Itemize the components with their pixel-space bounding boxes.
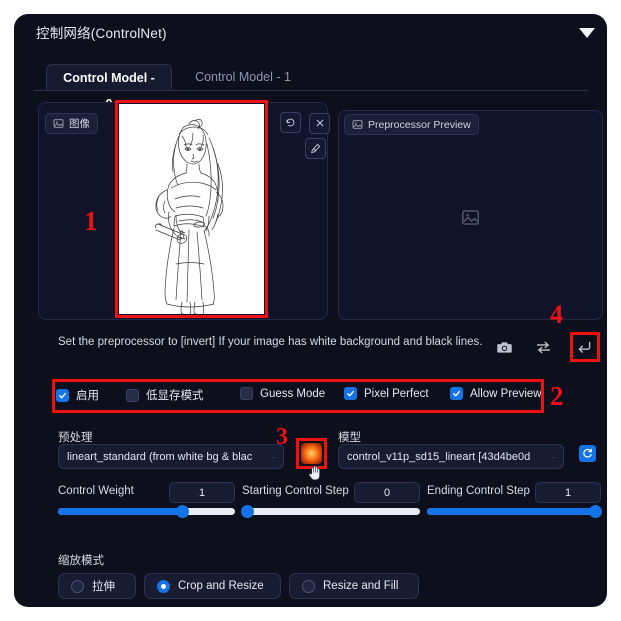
checkbox-box bbox=[126, 388, 139, 402]
panel-header: 控制网络(ControlNet) bbox=[14, 14, 607, 48]
control-weight-value[interactable]: 1 bbox=[169, 482, 235, 503]
annotation-marker-2: 2 bbox=[550, 381, 564, 411]
model-label: 模型 bbox=[338, 432, 361, 444]
refresh-models-button[interactable] bbox=[579, 445, 596, 462]
radio-stretch[interactable]: 拉伸 bbox=[58, 573, 136, 599]
chevron-down-icon[interactable] bbox=[579, 28, 595, 38]
ending-control-step-value[interactable]: 1 bbox=[535, 482, 601, 503]
checkbox-label: 启用 bbox=[76, 390, 99, 402]
checkbox-label: Guess Mode bbox=[260, 387, 326, 400]
radio-dot bbox=[157, 579, 170, 593]
checkbox-box bbox=[56, 388, 69, 402]
annotation-marker-3: 3 bbox=[276, 424, 288, 450]
slider-knob[interactable] bbox=[241, 505, 254, 518]
swap-arrows-icon[interactable] bbox=[535, 339, 552, 356]
resize-mode-label: 缩放模式 bbox=[58, 555, 104, 567]
hand-cursor-icon bbox=[308, 465, 320, 481]
checkbox-allow-preview[interactable]: Allow Preview bbox=[450, 387, 542, 400]
page-title: 控制网络(ControlNet) bbox=[36, 26, 167, 41]
return-arrow-icon[interactable] bbox=[576, 339, 593, 356]
slider-fill bbox=[58, 508, 182, 515]
tab-bar: Control Model - 0 Control Model - 1 bbox=[34, 64, 589, 111]
checkbox-low-vram[interactable]: 低显存模式 bbox=[126, 387, 204, 403]
checkbox-enable[interactable]: 启用 bbox=[56, 387, 99, 403]
ending-control-step-slider[interactable] bbox=[427, 505, 602, 518]
undo-icon[interactable] bbox=[280, 112, 301, 133]
image-placeholder-icon bbox=[462, 210, 479, 225]
slider-knob[interactable] bbox=[175, 505, 189, 518]
checkbox-label: 低显存模式 bbox=[146, 390, 204, 402]
radio-label: 拉伸 bbox=[92, 581, 115, 593]
model-select[interactable]: control_v11p_sd15_lineart [43d4be0d · bbox=[338, 444, 564, 469]
tab-control-model-0[interactable]: Control Model - 0 bbox=[46, 64, 172, 111]
radio-dot bbox=[71, 579, 84, 593]
preprocessor-chip: Preprocessor Preview bbox=[344, 114, 479, 135]
slider-fill bbox=[427, 508, 601, 515]
image-icon bbox=[352, 120, 363, 129]
tab-control-model-1[interactable]: Control Model - 1 bbox=[180, 64, 306, 90]
options-checkbox-row: 启用 低显存模式 Guess Mode Pixel Perfect Allow … bbox=[56, 383, 542, 409]
radio-dot bbox=[302, 579, 315, 593]
starting-control-step-label: Starting Control Step bbox=[242, 485, 349, 497]
preprocessor-label: 预处理 bbox=[58, 432, 93, 444]
slider-knob[interactable] bbox=[589, 505, 602, 518]
preprocessor-value: lineart_standard (from white bg & blac bbox=[67, 450, 253, 463]
radio-label: Resize and Fill bbox=[323, 580, 399, 592]
lineart-character-artwork bbox=[154, 118, 224, 317]
checkbox-box bbox=[450, 387, 463, 400]
image-chip-label: 图像 bbox=[69, 118, 90, 130]
checkbox-box bbox=[344, 387, 357, 400]
starting-control-step-value[interactable]: 0 bbox=[354, 482, 420, 503]
chevron-down-icon: · bbox=[552, 451, 555, 462]
image-tools bbox=[280, 112, 334, 159]
checkbox-label: Pixel Perfect bbox=[364, 387, 429, 400]
image-chip: 图像 bbox=[45, 113, 98, 134]
control-weight-slider[interactable] bbox=[58, 505, 235, 518]
camera-icon[interactable] bbox=[496, 339, 513, 356]
starting-control-step-slider[interactable] bbox=[241, 505, 420, 518]
preprocessor-hint-text: Set the preprocessor to [invert] If your… bbox=[58, 336, 483, 348]
close-icon[interactable] bbox=[309, 112, 331, 134]
annotation-marker-1: 1 bbox=[84, 206, 98, 236]
annotation-marker-4: 4 bbox=[550, 300, 563, 329]
ending-control-step-label: Ending Control Step bbox=[427, 485, 530, 497]
chevron-down-icon: · bbox=[272, 451, 275, 462]
preprocessor-chip-label: Preprocessor Preview bbox=[368, 118, 471, 131]
run-preprocessor-button[interactable] bbox=[301, 443, 322, 464]
radio-label: Crop and Resize bbox=[178, 580, 264, 592]
checkbox-pixel-perfect[interactable]: Pixel Perfect bbox=[344, 387, 429, 400]
checkbox-box bbox=[240, 387, 253, 400]
radio-crop-and-resize[interactable]: Crop and Resize bbox=[144, 573, 281, 599]
model-value: control_v11p_sd15_lineart [43d4be0d bbox=[347, 450, 531, 463]
preprocessor-select[interactable]: lineart_standard (from white bg & blac · bbox=[58, 444, 284, 469]
image-icon bbox=[53, 119, 64, 128]
checkbox-guess-mode[interactable]: Guess Mode bbox=[240, 387, 325, 400]
uploaded-image-preview[interactable] bbox=[119, 104, 264, 317]
radio-resize-and-fill[interactable]: Resize and Fill bbox=[289, 573, 419, 599]
controlnet-panel: 控制网络(ControlNet) Control Model - 0 Contr… bbox=[14, 14, 607, 607]
checkbox-label: Allow Preview bbox=[470, 387, 542, 400]
edit-pen-icon[interactable] bbox=[305, 137, 326, 159]
control-weight-label: Control Weight bbox=[58, 485, 134, 497]
